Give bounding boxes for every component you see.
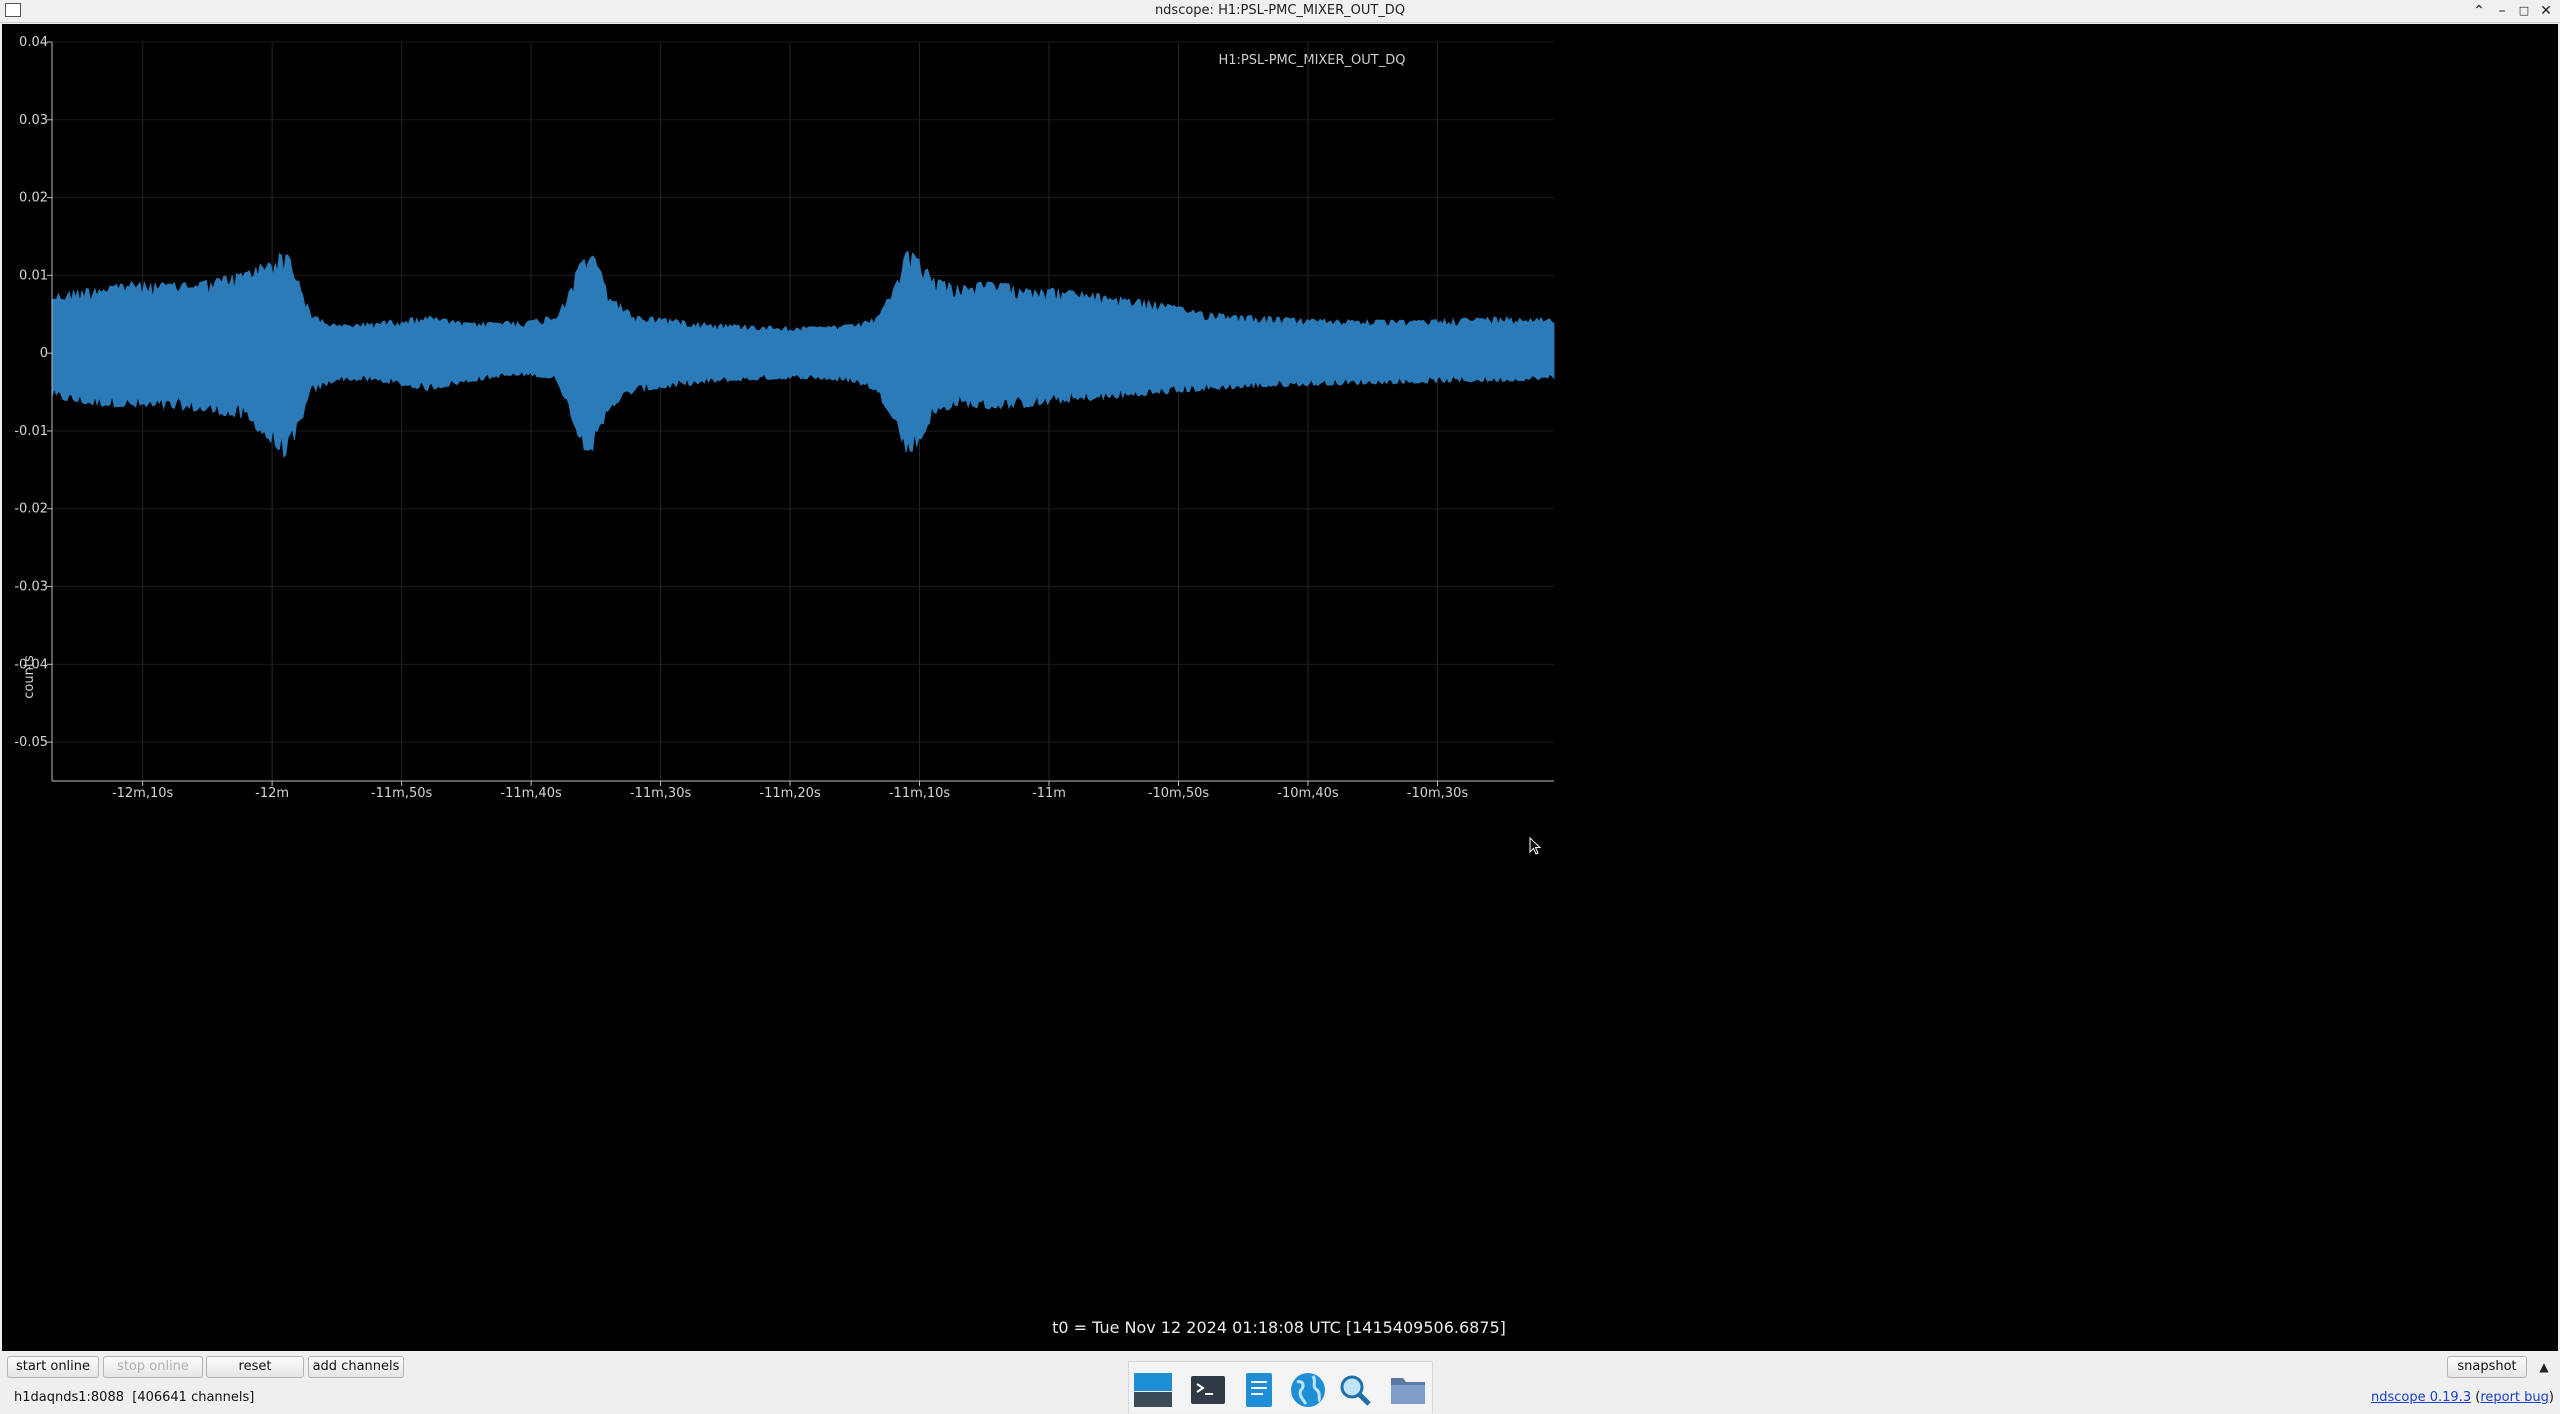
mouse-cursor-icon bbox=[1529, 836, 1542, 855]
y-tick-label: 0.04 bbox=[19, 35, 48, 50]
version-link[interactable]: ndscope 0.19.3 bbox=[2371, 1390, 2471, 1405]
stop-online-button[interactable]: stop online bbox=[103, 1356, 203, 1378]
x-tick-label: -11m,50s bbox=[371, 786, 433, 801]
x-tick-label: -12m,10s bbox=[112, 786, 174, 801]
y-tick-label: 0.01 bbox=[19, 268, 48, 283]
x-tick-label: -11m,40s bbox=[500, 786, 562, 801]
signal-envelope bbox=[51, 250, 1555, 458]
desktop-icon[interactable] bbox=[1132, 1370, 1174, 1410]
x-tick-label: -10m,40s bbox=[1277, 786, 1339, 801]
report-bug-link[interactable]: report bug bbox=[2480, 1390, 2549, 1405]
x-tick-label: -11m,10s bbox=[889, 786, 951, 801]
y-tick-label: 0.02 bbox=[19, 191, 48, 206]
start-online-button[interactable]: start online bbox=[7, 1356, 99, 1378]
maximize-icon[interactable]: □ bbox=[2515, 2, 2533, 20]
x-tick-label: -11m,30s bbox=[630, 786, 692, 801]
search-icon[interactable] bbox=[1334, 1370, 1376, 1410]
expand-up-icon[interactable]: ▲ bbox=[2535, 1358, 2553, 1376]
taskbar bbox=[1128, 1361, 1433, 1413]
y-tick-label: -0.03 bbox=[14, 580, 48, 595]
paren-close: ) bbox=[2548, 1390, 2554, 1405]
file-manager-icon[interactable] bbox=[1387, 1370, 1429, 1410]
text-editor-icon[interactable] bbox=[1237, 1370, 1279, 1410]
plot-window[interactable]: H1:PSL-PMC_MIXER_OUT_DQ counts 0.04 0.03 0… bbox=[2, 24, 2558, 1351]
t0-label: t0 = Tue Nov 12 2024 01:18:08 UTC [14154… bbox=[1052, 1318, 1506, 1337]
x-tick-label: -10m,50s bbox=[1148, 786, 1210, 801]
reset-button[interactable]: reset bbox=[206, 1356, 304, 1378]
y-tick-label: -0.01 bbox=[14, 424, 48, 439]
server-address: h1daqnds1:8088 bbox=[14, 1390, 124, 1405]
x-tick-label: -11m,20s bbox=[759, 786, 821, 801]
trace bbox=[51, 250, 1555, 458]
x-tick-label: -11m bbox=[1032, 786, 1066, 801]
terminal-icon[interactable] bbox=[1187, 1370, 1229, 1410]
window-title: ndscope: H1:PSL-PMC_MIXER_OUT_DQ bbox=[1154, 3, 1406, 18]
time-series-plot[interactable]: H1:PSL-PMC_MIXER_OUT_DQ counts 0.040.030… bbox=[2, 24, 2558, 1351]
x-tick-label: -12m bbox=[255, 786, 289, 801]
title-bar: ndscope: H1:PSL-PMC_MIXER_OUT_DQ ⌃ – □ ✕ bbox=[0, 0, 2560, 23]
y-tick-label: -0.05 bbox=[14, 735, 48, 750]
y-tick-label: -0.02 bbox=[14, 502, 48, 517]
x-tick-label: -10m,30s bbox=[1407, 786, 1469, 801]
version-info: ndscope 0.19.3 (report bug) bbox=[2371, 1390, 2554, 1405]
minimize-icon[interactable]: – bbox=[2493, 2, 2511, 20]
plot-title: H1:PSL-PMC_MIXER_OUT_DQ bbox=[1219, 53, 1406, 68]
web-browser-icon[interactable] bbox=[1287, 1370, 1329, 1410]
close-icon[interactable]: ✕ bbox=[2537, 2, 2555, 20]
y-tick-label: 0.03 bbox=[19, 113, 48, 128]
snapshot-button[interactable]: snapshot bbox=[2447, 1356, 2527, 1378]
status-bar: h1daqnds1:8088 [406641 channels] bbox=[14, 1390, 254, 1405]
channel-count: [406641 channels] bbox=[132, 1390, 255, 1405]
y-tick-label: -0.04 bbox=[14, 657, 48, 672]
add-channels-button[interactable]: add channels bbox=[308, 1356, 404, 1378]
y-tick-label: 0 bbox=[40, 346, 48, 361]
ticks: 0.04 0.03 0.02 0.01 0 -0.01 -0.02 -0.03 -0.04 -0.… bbox=[14, 35, 1468, 801]
restore-up-icon[interactable]: ⌃ bbox=[2470, 2, 2488, 20]
